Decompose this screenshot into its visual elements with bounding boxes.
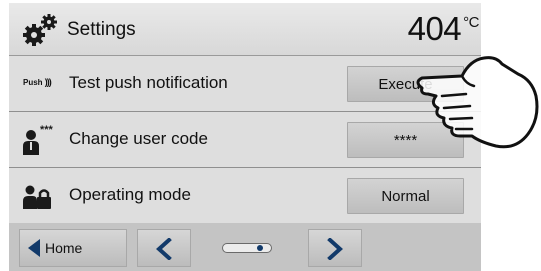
page-indicator-dot <box>257 245 263 251</box>
pointing-hand-icon <box>416 56 539 149</box>
operating-mode-icon <box>23 185 51 209</box>
row-label-user-code: Change user code <box>69 129 208 148</box>
temperature-unit: °C <box>463 14 479 31</box>
page-indicator <box>222 243 272 253</box>
push-notification-icon: Push ))) <box>23 77 52 87</box>
settings-row-operating-mode: Operating mode Normal <box>9 168 481 224</box>
push-icon-text: Push <box>23 78 43 87</box>
user-code-icon: *** <box>23 124 54 155</box>
page-title: Settings <box>67 19 136 40</box>
home-button[interactable]: Home <box>19 229 127 267</box>
footer-bar: Home <box>9 223 481 271</box>
home-arrow-icon <box>28 239 40 257</box>
previous-page-button[interactable] <box>137 229 191 267</box>
svg-text:***: *** <box>40 124 54 136</box>
row-label-operating-mode: Operating mode <box>69 185 191 204</box>
next-page-button[interactable] <box>308 229 362 267</box>
row-label-push-notification: Test push notification <box>69 73 228 92</box>
chevron-right-icon <box>327 238 343 260</box>
chevron-left-icon <box>156 238 172 260</box>
operating-mode-button[interactable]: Normal <box>347 178 464 214</box>
gears-icon <box>23 14 57 46</box>
home-label: Home <box>45 240 83 256</box>
